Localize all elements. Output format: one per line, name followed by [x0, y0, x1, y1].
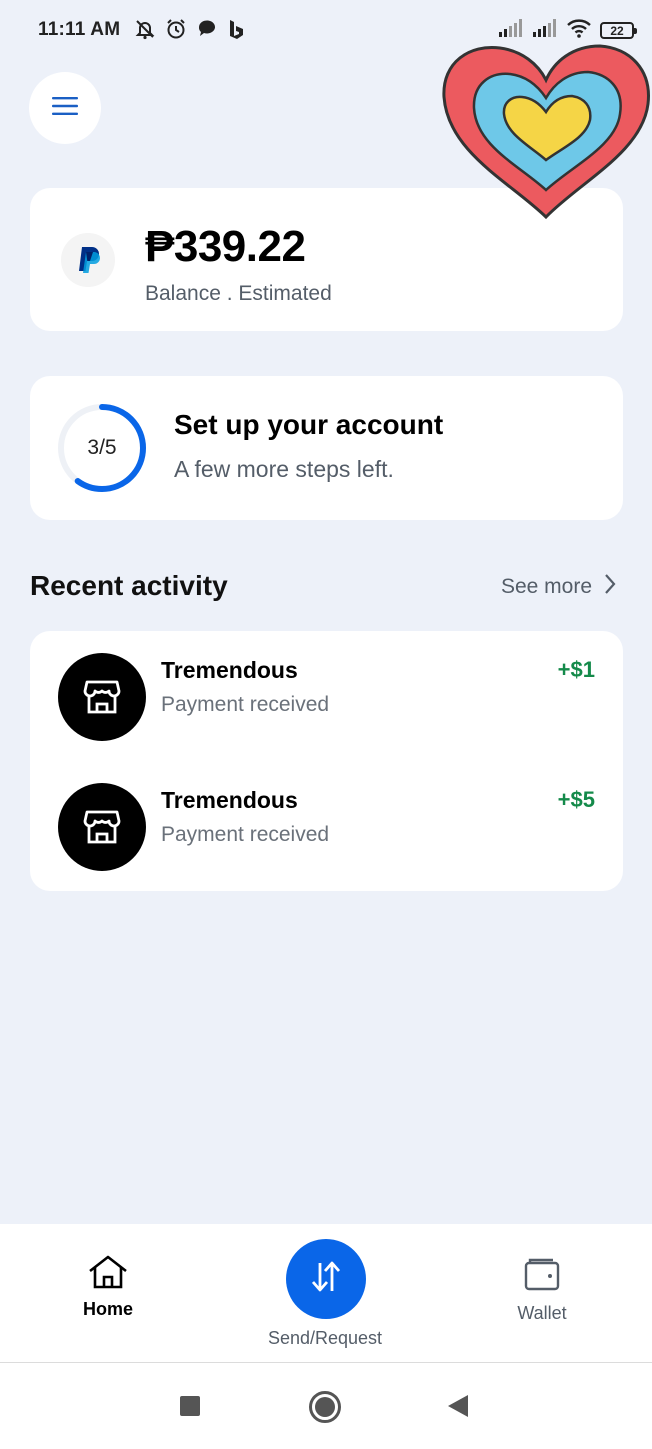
send-request-label[interactable]: Send/Request — [250, 1328, 400, 1349]
chevron-right-icon — [604, 573, 616, 601]
activity-amount: +$1 — [557, 657, 595, 682]
signal-icon — [498, 18, 524, 43]
bing-icon — [227, 18, 245, 40]
status-time: 11:11 AM — [38, 19, 121, 40]
activity-description: Payment received — [161, 693, 330, 716]
wifi-icon — [566, 18, 592, 43]
recent-activity-title: Recent activity — [30, 570, 228, 601]
hamburger-menu-icon — [52, 96, 78, 121]
alarm-icon — [165, 18, 187, 40]
setup-subtitle: A few more steps left. — [174, 456, 394, 482]
menu-button[interactable] — [29, 72, 101, 144]
progress-text: 3/5 — [87, 436, 117, 459]
setup-title: Set up your account — [174, 409, 444, 440]
nav-wallet[interactable]: Wallet — [505, 1258, 579, 1324]
bottom-nav: Home Send/Request Wallet — [0, 1224, 652, 1363]
signal-icon — [532, 18, 558, 43]
swap-arrows-icon — [309, 1261, 343, 1298]
recent-apps-button[interactable] — [179, 1395, 201, 1422]
activity-description: Payment received — [161, 823, 330, 846]
send-request-button[interactable] — [286, 1239, 366, 1319]
see-more-label: See more — [500, 575, 592, 598]
home-button[interactable] — [308, 1390, 342, 1429]
chat-bubble-icon — [196, 18, 218, 40]
nav-home[interactable]: Home — [70, 1254, 146, 1320]
storefront-icon — [58, 653, 146, 741]
heart-sticker — [440, 42, 652, 227]
paypal-logo — [61, 233, 115, 287]
list-item[interactable]: Tremendous Payment received +$1 — [30, 653, 623, 743]
battery-level: 22 — [610, 23, 624, 38]
activity-name: Tremendous — [161, 657, 298, 683]
activity-list: Tremendous Payment received +$1 Tremendo… — [30, 631, 623, 891]
balance-amount: ₱339.22 — [145, 222, 306, 271]
wallet-icon — [523, 1258, 561, 1296]
back-button[interactable] — [446, 1394, 470, 1423]
nav-home-label: Home — [82, 1299, 133, 1319]
status-icons-left — [134, 18, 245, 40]
see-more-link[interactable]: See more — [501, 573, 616, 601]
balance-label: Balance . Estimated — [145, 282, 332, 305]
list-item[interactable]: Tremendous Payment received +$5 — [30, 783, 623, 873]
home-icon — [87, 1255, 129, 1294]
setup-account-card[interactable]: 3/5 Set up your account A few more steps… — [30, 376, 623, 520]
activity-name: Tremendous — [161, 787, 298, 813]
mute-bell-icon — [134, 18, 156, 40]
storefront-icon — [58, 783, 146, 871]
system-nav-bar — [0, 1363, 652, 1449]
activity-amount: +$5 — [557, 787, 595, 812]
status-icons-right: 22 — [498, 18, 637, 43]
nav-wallet-label: Wallet — [517, 1303, 567, 1323]
battery-icon: 22 — [600, 22, 637, 39]
